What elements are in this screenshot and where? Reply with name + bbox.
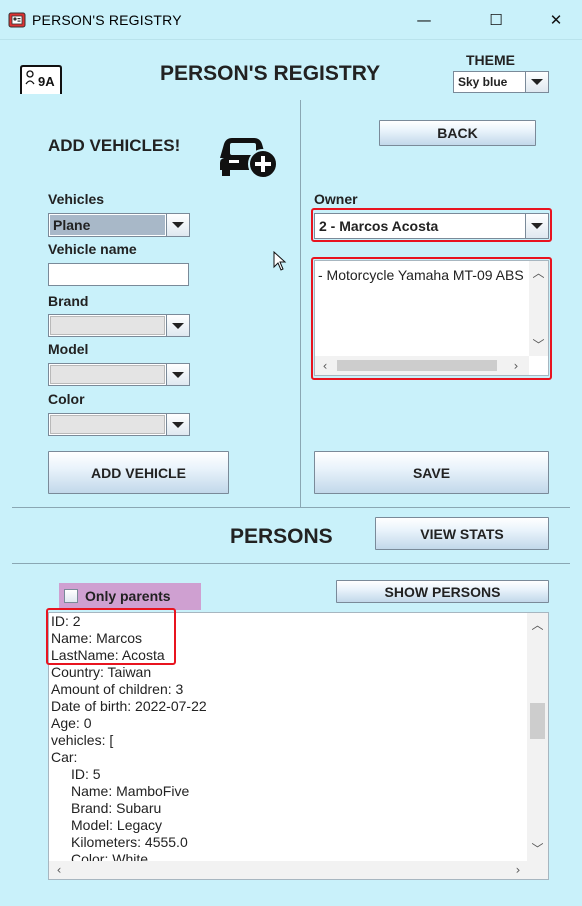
- chevron-down-icon: [166, 315, 189, 336]
- minimize-button[interactable]: —: [402, 6, 446, 34]
- scroll-left-icon[interactable]: ‹: [52, 863, 66, 877]
- color-label: Color: [48, 391, 85, 407]
- detail-line: ID: 5: [71, 766, 101, 782]
- detail-line: Color: White: [71, 851, 149, 861]
- add-vehicle-button[interactable]: ADD VEHICLE: [48, 451, 229, 494]
- scroll-down-icon[interactable]: ﹀: [529, 337, 548, 352]
- brand-select[interactable]: [48, 314, 190, 337]
- persons-heading: PERSONS: [230, 525, 333, 548]
- back-button[interactable]: BACK: [379, 120, 536, 146]
- scroll-left-icon[interactable]: ‹: [318, 358, 332, 373]
- model-select[interactable]: [48, 363, 190, 386]
- scroll-right-icon[interactable]: ›: [511, 863, 525, 877]
- theme-label: THEME: [466, 52, 515, 68]
- vehicle-name-input[interactable]: [48, 263, 189, 286]
- close-button[interactable]: ✕: [534, 6, 578, 34]
- detail-line: Name: MamboFive: [71, 783, 190, 799]
- scroll-thumb[interactable]: [530, 703, 545, 739]
- checkbox-box[interactable]: [64, 589, 78, 603]
- scroll-thumb[interactable]: [337, 360, 497, 371]
- persons-details-text: ID: 2 Name: Marcos LastName: Acosta Coun…: [51, 613, 526, 861]
- window-title: PERSON'S REGISTRY: [32, 12, 182, 28]
- vertical-divider: [300, 100, 301, 507]
- detail-line: vehicles: [: [51, 732, 114, 748]
- detail-line: Amount of children: 3: [51, 681, 184, 697]
- show-persons-button[interactable]: SHOW PERSONS: [336, 580, 549, 603]
- vehicles-label: Vehicles: [48, 191, 105, 207]
- detail-line: Name: Marcos: [51, 630, 143, 646]
- horizontal-divider: [12, 507, 570, 508]
- detail-line: Brand: Subaru: [71, 800, 162, 816]
- brand-select-value: [50, 316, 165, 335]
- theme-select[interactable]: Sky blue: [453, 71, 549, 93]
- detail-line: Model: Legacy: [71, 817, 163, 833]
- vertical-scrollbar[interactable]: ︿ ﹀: [529, 261, 548, 356]
- detail-line: Date of birth: 2022-07-22: [51, 698, 207, 714]
- save-button[interactable]: SAVE: [314, 451, 549, 494]
- car-plus-icon: [216, 126, 280, 180]
- model-label: Model: [48, 341, 89, 357]
- chevron-down-icon: [525, 214, 548, 238]
- detail-line: Kilometers: 4555.0: [71, 834, 188, 850]
- chevron-down-icon: [166, 364, 189, 385]
- scroll-right-icon[interactable]: ›: [509, 358, 523, 373]
- id-card-icon: 9A: [18, 64, 64, 96]
- chevron-down-icon: [166, 214, 189, 236]
- vertical-scrollbar[interactable]: ︿ ﹀: [527, 613, 548, 861]
- persons-details-area[interactable]: ID: 2 Name: Marcos LastName: Acosta Coun…: [48, 612, 549, 880]
- owner-vehicle-list[interactable]: - Motorcycle Yamaha MT-09 ABS ︿ ﹀ ‹ ›: [314, 260, 549, 376]
- scroll-down-icon[interactable]: ﹀: [527, 841, 548, 856]
- view-stats-button[interactable]: VIEW STATS: [375, 517, 549, 550]
- chevron-down-icon: [166, 414, 189, 435]
- scroll-up-icon[interactable]: ︿: [527, 617, 548, 632]
- detail-line: Age: 0: [51, 715, 92, 731]
- horizontal-scrollbar[interactable]: ‹ ›: [49, 861, 548, 879]
- registry-app-icon: [8, 11, 26, 29]
- detail-line: LastName: Acosta: [51, 647, 165, 663]
- owner-select-value: 2 - Marcos Acosta: [319, 218, 439, 234]
- add-vehicles-heading: ADD VEHICLES!: [48, 136, 181, 155]
- detail-line: Country: Taiwan: [51, 664, 152, 680]
- horizontal-divider: [12, 563, 570, 564]
- list-item[interactable]: - Motorcycle Yamaha MT-09 ABS: [318, 267, 524, 284]
- only-parents-label: Only parents: [85, 588, 171, 604]
- mouse-cursor-icon: [273, 250, 287, 271]
- horizontal-scrollbar[interactable]: ‹ ›: [315, 356, 529, 375]
- vehicle-name-label: Vehicle name: [48, 241, 137, 257]
- maximize-button[interactable]: ☐: [474, 6, 518, 34]
- detail-line: Car:: [51, 749, 78, 765]
- theme-select-value: Sky blue: [458, 75, 508, 89]
- color-select[interactable]: [48, 413, 190, 436]
- window-titlebar: PERSON'S REGISTRY — ☐ ✕: [0, 0, 582, 40]
- chevron-down-icon: [525, 72, 548, 92]
- model-select-value: [50, 365, 165, 384]
- only-parents-checkbox[interactable]: Only parents: [59, 583, 201, 610]
- vehicles-select-value: Plane: [50, 215, 165, 235]
- vehicles-select[interactable]: Plane: [48, 213, 190, 237]
- owner-label: Owner: [314, 191, 358, 207]
- detail-line: ID: 2: [51, 613, 81, 629]
- owner-select[interactable]: 2 - Marcos Acosta: [314, 213, 549, 239]
- brand-label: Brand: [48, 293, 89, 309]
- scroll-up-icon[interactable]: ︿: [529, 265, 548, 280]
- color-select-value: [50, 415, 165, 434]
- page-title: PERSON'S REGISTRY: [160, 62, 381, 85]
- logo-text: 9A: [38, 74, 55, 89]
